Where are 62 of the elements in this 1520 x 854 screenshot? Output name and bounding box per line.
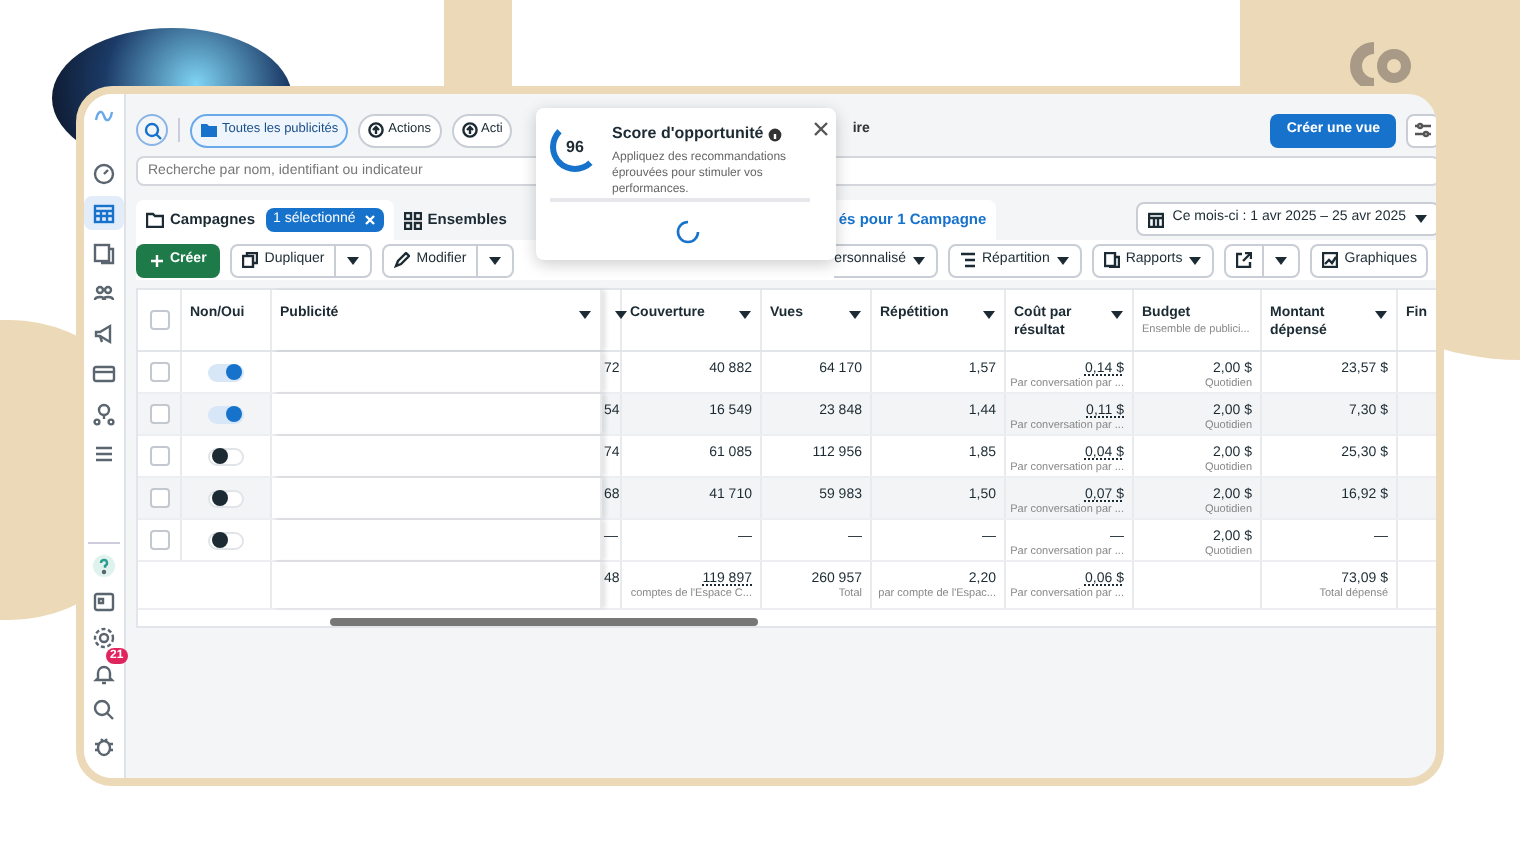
menu-icon: [92, 441, 116, 465]
news-icon: [92, 589, 116, 613]
gauge-icon: [92, 161, 116, 185]
network-icon: [92, 401, 116, 425]
popup-title: Score d'opportunité: [612, 122, 764, 146]
checkbox[interactable]: [149, 488, 169, 508]
dropdown-button[interactable]: [336, 243, 373, 277]
toggle-switch[interactable]: [208, 405, 244, 423]
checkbox[interactable]: [149, 310, 169, 330]
scrollbar[interactable]: [330, 618, 758, 626]
checkbox[interactable]: [149, 404, 169, 424]
export-icon: [1236, 252, 1253, 268]
bell-icon: [92, 661, 116, 685]
copy-icon: [242, 252, 259, 268]
loading-spinner-icon: [676, 220, 700, 244]
search-icon: [92, 697, 116, 721]
search-icon: [143, 121, 161, 139]
toggle-switch[interactable]: [208, 531, 244, 549]
megaphone-icon: [92, 321, 116, 345]
caret-icon: [1055, 255, 1070, 265]
card-icon: [92, 361, 116, 385]
caret-icon: [346, 255, 361, 265]
table-icon: [92, 201, 116, 225]
toggle-switch[interactable]: [208, 363, 244, 381]
grid-icon: [403, 211, 422, 229]
pencil-icon: [394, 252, 411, 268]
wave-logo-icon: [94, 110, 114, 122]
checkbox[interactable]: [149, 530, 169, 550]
upload-icon: [368, 122, 385, 138]
calendar-icon: [1148, 211, 1165, 227]
chart-icon: [1322, 252, 1339, 268]
close-icon[interactable]: [814, 122, 828, 136]
toggle-switch[interactable]: [208, 489, 244, 507]
caret-icon: [911, 255, 926, 265]
settings-button[interactable]: [1406, 113, 1436, 147]
toggle-switch[interactable]: [208, 447, 244, 465]
list-icon: [959, 252, 976, 268]
dropdown-button[interactable]: [1264, 243, 1301, 277]
close-icon: [363, 214, 376, 226]
folder-icon: [146, 212, 164, 228]
people-icon: [92, 281, 116, 305]
report-icon: [1103, 252, 1120, 268]
checkbox[interactable]: [149, 446, 169, 466]
bug-icon: [92, 733, 116, 757]
sliders-icon: [1414, 122, 1432, 138]
caret-icon: [488, 255, 503, 265]
export-button[interactable]: [1224, 243, 1265, 277]
gear-icon: [92, 625, 116, 649]
caret-icon: [1274, 255, 1289, 265]
dropdown-button[interactable]: [478, 243, 515, 277]
info-icon: [767, 127, 782, 141]
upload-icon: [461, 122, 477, 138]
caret-icon: [1414, 214, 1428, 224]
pages-icon: [92, 241, 116, 265]
checkbox[interactable]: [149, 362, 169, 382]
plus-icon: [150, 253, 164, 267]
search-button[interactable]: [136, 114, 168, 146]
folder-icon: [200, 122, 218, 138]
caret-icon: [1188, 255, 1203, 265]
help-icon: [92, 553, 116, 577]
sidebar-item[interactable]: [84, 196, 124, 230]
caret-icon: [578, 310, 592, 320]
